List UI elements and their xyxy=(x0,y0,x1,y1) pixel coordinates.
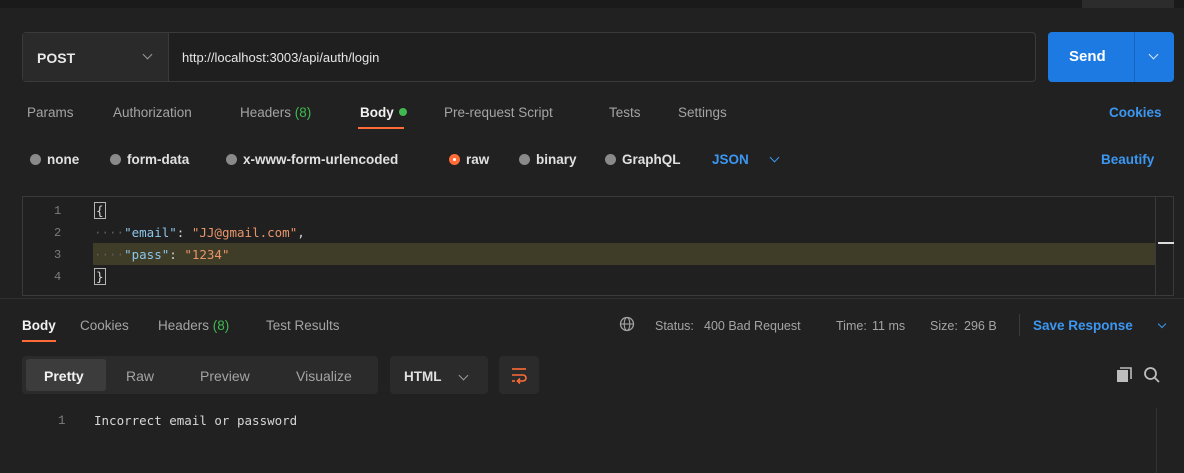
json-colon: : xyxy=(176,225,192,240)
view-preview-button[interactable]: Preview xyxy=(200,368,250,384)
status-label: Status: xyxy=(655,319,694,333)
json-comma: , xyxy=(297,225,305,240)
copy-icon[interactable] xyxy=(1116,367,1132,383)
tab-body-label: Body xyxy=(360,105,394,120)
size-value: 296 B xyxy=(964,319,997,333)
size-label: Size: xyxy=(930,319,958,333)
radio-binary-label: binary xyxy=(536,152,577,167)
line-number: 1 xyxy=(54,204,62,218)
tab-headers-label: Headers xyxy=(240,105,292,120)
line-number: 3 xyxy=(54,248,62,262)
indent-guide: ···· xyxy=(94,225,125,240)
vertical-divider xyxy=(1019,314,1020,336)
current-line-highlight xyxy=(93,243,1155,265)
radio-dot-icon xyxy=(30,154,41,165)
save-response-button[interactable]: Save Response xyxy=(1033,318,1133,333)
tab-params[interactable]: Params xyxy=(27,105,74,120)
radio-urlencoded-label: x-www-form-urlencoded xyxy=(243,152,399,167)
tab-authorization[interactable]: Authorization xyxy=(113,105,192,120)
radio-graphql[interactable]: GraphQL xyxy=(605,152,681,167)
headers-count: (8) xyxy=(212,318,230,333)
scrollbar-marker xyxy=(1158,242,1174,244)
beautify-link[interactable]: Beautify xyxy=(1101,152,1154,167)
radio-binary[interactable]: binary xyxy=(519,152,577,167)
radio-none[interactable]: none xyxy=(30,152,79,167)
radio-dot-icon xyxy=(110,154,121,165)
radio-raw[interactable]: raw xyxy=(449,152,489,167)
view-raw-button[interactable]: Raw xyxy=(126,368,154,384)
method-label: POST xyxy=(37,50,76,66)
code-line-3: ····"pass": "1234" xyxy=(94,247,229,262)
open-brace: { xyxy=(94,202,106,219)
code-line-2: ····"email": "JJ@gmail.com", xyxy=(94,225,305,240)
json-colon: : xyxy=(169,247,185,262)
radio-graphql-label: GraphQL xyxy=(622,152,681,167)
language-label: JSON xyxy=(712,152,749,167)
tab-tests[interactable]: Tests xyxy=(609,105,641,120)
request-bar xyxy=(22,32,1036,82)
active-tab-underline xyxy=(22,340,56,342)
time-label: Time: xyxy=(836,319,867,333)
response-line-number: 1 xyxy=(58,414,66,428)
url-input[interactable]: http://localhost:3003/api/auth/login xyxy=(182,50,379,65)
radio-none-label: none xyxy=(47,152,80,167)
divider xyxy=(0,298,1184,299)
view-visualize-button[interactable]: Visualize xyxy=(296,368,352,384)
editor-scrollbar[interactable] xyxy=(1155,197,1174,295)
radio-dot-icon xyxy=(605,154,616,165)
view-pretty-label: Pretty xyxy=(44,368,84,384)
search-icon[interactable] xyxy=(1143,366,1161,384)
close-brace: } xyxy=(94,268,106,285)
line-number: 4 xyxy=(54,270,62,284)
chevron-down-icon xyxy=(1157,319,1167,329)
tab-settings[interactable]: Settings xyxy=(678,105,727,120)
body-indicator-dot xyxy=(398,108,407,116)
json-value: "JJ@gmail.com" xyxy=(191,225,298,240)
headers-count: (8) xyxy=(294,105,312,120)
tab-body[interactable]: Body xyxy=(360,105,407,120)
response-body-text: Incorrect email or password xyxy=(94,413,298,428)
send-label: Send xyxy=(1069,48,1106,65)
wrap-lines-button[interactable] xyxy=(499,356,539,394)
response-scrollbar[interactable] xyxy=(1156,408,1184,473)
radio-form-data[interactable]: form-data xyxy=(110,152,189,167)
radio-dot-icon xyxy=(226,154,237,165)
time-value: 11 ms xyxy=(872,319,906,333)
response-tab-test-results[interactable]: Test Results xyxy=(266,318,340,333)
response-tab-headers[interactable]: Headers (8) xyxy=(158,318,229,333)
code-line-4: } xyxy=(94,268,106,285)
code-line-1: { xyxy=(94,202,106,219)
json-key: "pass" xyxy=(124,247,170,262)
indent-guide: ···· xyxy=(94,247,125,262)
cookies-link[interactable]: Cookies xyxy=(1109,105,1162,120)
top-strip-tab xyxy=(1082,0,1174,8)
radio-dot-icon xyxy=(519,154,530,165)
format-label: HTML xyxy=(404,369,442,384)
chevron-down-icon xyxy=(769,152,780,163)
top-strip xyxy=(0,0,1184,8)
json-value: "1234" xyxy=(184,247,230,262)
line-number: 2 xyxy=(54,226,62,240)
response-tab-body[interactable]: Body xyxy=(22,318,56,333)
radio-raw-label: raw xyxy=(466,152,490,167)
response-tab-headers-label: Headers xyxy=(158,318,210,333)
json-key: "email" xyxy=(124,225,177,240)
radio-urlencoded[interactable]: x-www-form-urlencoded xyxy=(226,152,398,167)
tab-headers[interactable]: Headers (8) xyxy=(240,105,311,120)
active-tab-underline xyxy=(358,127,404,129)
wrap-icon xyxy=(512,368,527,385)
response-tab-cookies[interactable]: Cookies xyxy=(80,318,129,333)
globe-icon[interactable] xyxy=(619,316,635,332)
tab-pre-request-script[interactable]: Pre-request Script xyxy=(444,105,553,120)
radio-selected-icon xyxy=(449,154,460,165)
radio-form-data-label: form-data xyxy=(127,152,190,167)
status-value: 400 Bad Request xyxy=(704,319,801,333)
language-select[interactable]: JSON xyxy=(712,152,749,167)
